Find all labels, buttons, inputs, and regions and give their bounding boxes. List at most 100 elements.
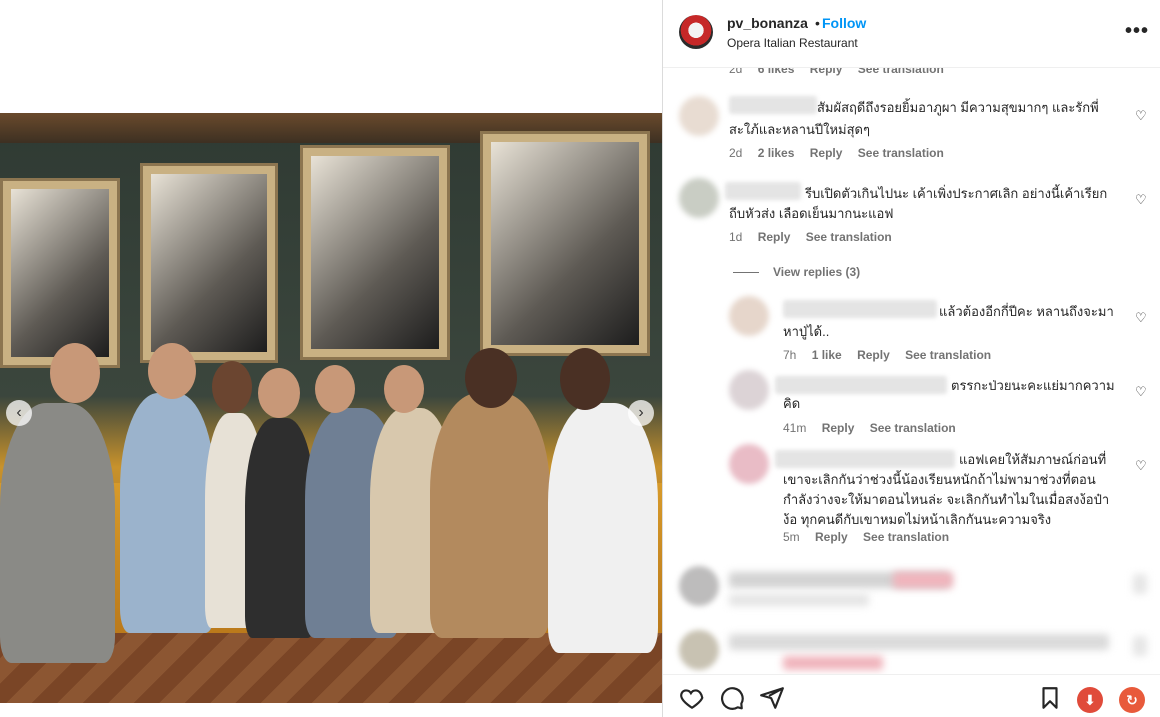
avatar[interactable] <box>679 630 719 670</box>
blurred-comment <box>729 634 1109 650</box>
commenter-name[interactable] <box>775 376 947 394</box>
reply-button[interactable]: Reply <box>822 421 855 435</box>
person-figure <box>0 403 115 663</box>
comment-text: สะใภ้และหลานปีใหม่สุดๆ <box>729 122 870 137</box>
share-icon[interactable] <box>759 685 785 711</box>
post-media-pane: ‹ › <box>0 0 662 717</box>
reply-button[interactable]: Reply <box>810 146 843 160</box>
comment-text: ตรรกะป่วยนะคะแย่มากความ <box>951 378 1115 393</box>
person-head <box>212 361 252 413</box>
person-head <box>465 348 517 408</box>
avatar[interactable] <box>679 178 719 218</box>
post-sidebar: pv_bonanza • Follow Opera Italian Restau… <box>662 0 1160 717</box>
blurred-comment <box>1133 636 1147 656</box>
replies-divider <box>733 272 759 273</box>
comment-meta: 41m Reply See translation <box>783 421 968 435</box>
comment-text: คิด <box>783 396 801 411</box>
wall-frame <box>480 131 650 356</box>
see-translation-button[interactable]: See translation <box>858 68 944 76</box>
see-translation-button[interactable]: See translation <box>870 421 956 435</box>
comment-time: 2d <box>729 146 743 160</box>
post-photo[interactable] <box>0 113 662 703</box>
comment-time: 7h <box>783 348 797 362</box>
person-head <box>560 348 610 410</box>
reply-button[interactable]: Reply <box>815 530 848 544</box>
person-figure <box>430 393 550 638</box>
comment-time: 41m <box>783 421 807 435</box>
follow-button[interactable]: Follow <box>822 15 866 31</box>
more-options-icon[interactable]: ••• <box>1125 20 1149 43</box>
comment-likes[interactable]: 1 like <box>812 348 842 362</box>
heart-icon[interactable]: ♡ <box>1135 458 1147 474</box>
see-translation-button[interactable]: See translation <box>858 146 944 160</box>
reply-button[interactable]: Reply <box>758 230 791 244</box>
comment-text: แอฟเคยให้สัมภาษณ์ก่อนที่ <box>959 452 1107 467</box>
person-head <box>148 343 196 399</box>
person-figure <box>548 403 658 653</box>
post-location[interactable]: Opera Italian Restaurant <box>727 36 858 50</box>
comment-text: เขาจะเลิกกันว่าช่วงนี้น้องเรียนหนักถ้าไม… <box>783 472 1096 487</box>
comment-meta: 1d Reply See translation <box>729 230 904 244</box>
comment-text: กำลังว่างจะให้มาตอนไหนล่ะ จะเลิกกันทำไมใ… <box>783 492 1110 507</box>
reply-button[interactable]: Reply <box>810 68 843 76</box>
avatar[interactable] <box>679 15 713 49</box>
wall-frame <box>140 163 278 363</box>
person-figure <box>120 393 215 633</box>
view-replies-button[interactable]: View replies (3) <box>773 265 860 279</box>
avatar[interactable] <box>729 370 769 410</box>
comment-text: ถีบหัวส่ง เลือดเย็นมากนะแอฟ <box>729 206 894 221</box>
person-head <box>384 365 424 413</box>
blurred-comment <box>729 594 869 606</box>
comment-time: 1d <box>729 230 743 244</box>
comment-time: 2d <box>729 68 743 76</box>
see-translation-button[interactable]: See translation <box>806 230 892 244</box>
commenter-name[interactable] <box>783 300 937 318</box>
comment-meta: 7h 1 like Reply See translation <box>783 348 1003 362</box>
avatar[interactable] <box>679 96 719 136</box>
comment-meta: 2d 2 likes Reply See translation <box>729 146 956 160</box>
person-head <box>315 365 355 413</box>
heart-icon[interactable]: ♡ <box>1135 192 1147 208</box>
commenter-name[interactable] <box>729 96 817 114</box>
post-action-bar: ⬇ ↻ <box>663 674 1160 717</box>
post-username[interactable]: pv_bonanza <box>727 15 808 31</box>
see-translation-button[interactable]: See translation <box>905 348 991 362</box>
comment-icon[interactable] <box>719 685 745 711</box>
comment-meta: 5m Reply See translation <box>783 530 961 544</box>
heart-icon[interactable]: ♡ <box>1135 384 1147 400</box>
post-header: pv_bonanza • Follow Opera Italian Restau… <box>663 0 1160 68</box>
comment-text: รีบเปิดตัวเกินไปนะ เค้าเพิ่งประกาศเลิก อ… <box>805 186 1108 201</box>
carousel-prev-icon[interactable]: ‹ <box>6 400 32 426</box>
comment-text: ง้อ ทุกคนดีกับเขาหมดไม่หน้าเลิกกันนะความ… <box>783 512 1052 527</box>
commenter-name[interactable] <box>775 450 955 468</box>
heart-icon[interactable] <box>679 685 705 711</box>
heart-icon[interactable]: ♡ <box>1135 310 1147 326</box>
reply-button[interactable]: Reply <box>857 348 890 362</box>
commenter-name[interactable] <box>725 182 801 200</box>
comment-likes[interactable]: 6 likes <box>758 68 795 76</box>
person-head <box>258 368 300 418</box>
download-icon[interactable]: ⬇ <box>1077 687 1103 713</box>
comments-list[interactable]: 2d 6 likes Reply See translation สัมผัสฤ… <box>663 68 1160 674</box>
comment-meta: 2d 6 likes Reply See translation <box>729 68 956 76</box>
avatar[interactable] <box>679 566 719 606</box>
comment-text: สัมผัสฤดีถึงรอยยิ้มอาภูผา มีความสุขมากๆ … <box>817 100 1099 115</box>
person-head <box>50 343 100 403</box>
wall-frame <box>300 145 450 360</box>
comment-text: หาปู่ได้.. <box>783 324 830 339</box>
wall-frame <box>0 178 120 368</box>
avatar[interactable] <box>729 296 769 336</box>
comment-time: 5m <box>783 530 800 544</box>
bookmark-icon[interactable] <box>1037 685 1063 711</box>
heart-icon[interactable]: ♡ <box>1135 108 1147 124</box>
blurred-comment <box>783 656 883 670</box>
avatar[interactable] <box>729 444 769 484</box>
see-translation-button[interactable]: See translation <box>863 530 949 544</box>
separator-dot: • <box>815 15 820 31</box>
blurred-comment <box>1133 574 1147 594</box>
refresh-icon[interactable]: ↻ <box>1119 687 1145 713</box>
carousel-next-icon[interactable]: › <box>628 400 654 426</box>
comment-likes[interactable]: 2 likes <box>758 146 795 160</box>
blurred-comment <box>893 572 953 588</box>
comment-text: แล้วต้องอีกกี่ปีคะ หลานถึงจะมา <box>939 304 1114 319</box>
